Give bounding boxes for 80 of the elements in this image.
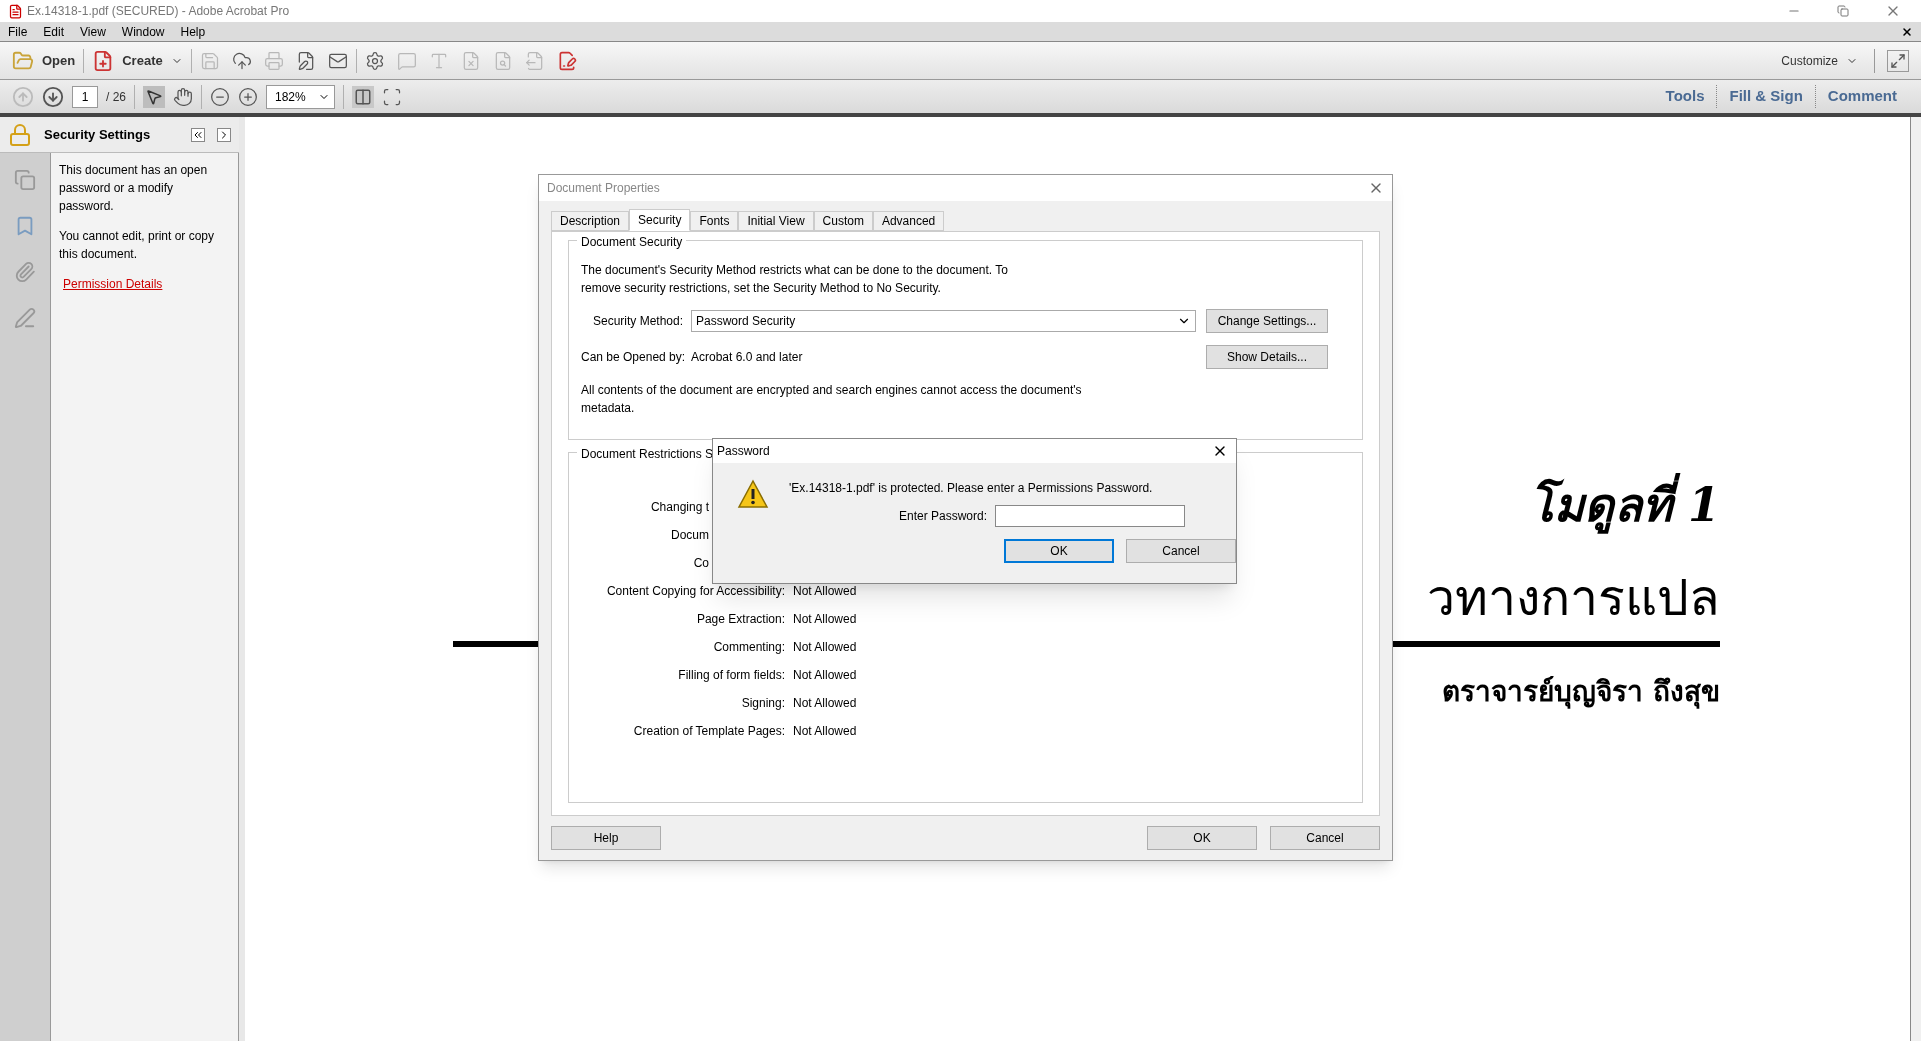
tab[interactable]: Security <box>629 209 691 231</box>
dialog-button[interactable]: Cancel <box>1270 826 1380 850</box>
tab[interactable]: Fonts <box>690 211 739 231</box>
restriction-label: Creation of Template Pages: <box>632 723 785 740</box>
panel-text: You cannot edit, print or copy this document. <box>59 228 215 263</box>
restriction-value: Not Allowed <box>793 667 857 684</box>
tab[interactable]: Advanced <box>872 211 945 231</box>
field-value: Acrobat 6.0 and later <box>691 349 804 366</box>
open-button[interactable]: Open <box>12 49 76 72</box>
dialog-button[interactable]: Change Settings... <box>1206 309 1328 333</box>
restriction-label: Docum <box>670 527 709 544</box>
fit-width-icon[interactable] <box>351 85 374 108</box>
menu-item[interactable]: Help <box>180 22 206 41</box>
zoom-dropdown[interactable]: 182% <box>266 84 335 109</box>
page-count: / 26 <box>106 88 126 106</box>
paperclip-icon[interactable] <box>14 261 36 283</box>
password-field[interactable] <box>995 505 1186 527</box>
task-pane-tab[interactable]: Fill & Sign <box>1716 85 1815 108</box>
settings-icon[interactable] <box>364 50 385 71</box>
menu-item[interactable]: Window <box>121 22 165 41</box>
zoom-in-icon[interactable] <box>238 86 258 107</box>
permission-details-link[interactable]: Permission Details <box>59 275 230 293</box>
dialog-button[interactable]: OK <box>1004 539 1114 563</box>
dialog-button[interactable]: Help <box>551 826 661 850</box>
restriction-value: Not Allowed <box>793 695 857 712</box>
zoom-out-icon[interactable] <box>210 86 230 107</box>
restore-icon[interactable] <box>1837 5 1849 17</box>
menu-item[interactable]: Edit <box>43 22 65 41</box>
restriction-value: Not Allowed <box>793 583 857 600</box>
hand-tool-icon[interactable] <box>173 86 193 107</box>
restriction-label: Commenting: <box>712 639 785 656</box>
expand-icon[interactable] <box>1887 49 1909 72</box>
menu-item[interactable]: File <box>8 22 28 41</box>
tab[interactable]: Description <box>551 211 630 231</box>
restriction-label: Co <box>692 555 709 572</box>
restriction-label: Filling of form fields: <box>677 667 785 684</box>
close-document-icon[interactable] <box>1901 25 1913 38</box>
restriction-label: Changing t <box>649 499 709 516</box>
customize-button[interactable]: Customize <box>1781 51 1858 70</box>
document-heading: วทางการแปล <box>1427 567 1720 629</box>
scrollbar[interactable] <box>1910 117 1921 1041</box>
field-label: Can be Opened by: <box>581 349 687 366</box>
window-title: Ex.14318-1.pdf (SECURED) - Adobe Acrobat Pro <box>27 3 290 20</box>
restriction-label: Content Copying for Accessibility: <box>605 583 785 600</box>
expand-panel-icon[interactable] <box>217 127 231 142</box>
note-text: All contents of the document are encrypted and search engines cannot access the document's metadata. <box>581 382 1083 417</box>
restriction-label: Signing: <box>740 695 785 712</box>
lock-icon <box>8 122 32 147</box>
fit-page-icon[interactable] <box>381 86 402 107</box>
description-text: The document's Security Method restricts what can be done to the document. To remove security restrictions, set the Security Method to No Security. <box>581 262 1009 297</box>
restriction-value: Not Allowed <box>793 611 857 628</box>
restriction-value: Not Allowed <box>793 639 857 656</box>
folder-icon <box>12 49 34 72</box>
warning-icon <box>737 479 769 509</box>
task-pane-tab[interactable]: Tools <box>1653 85 1717 108</box>
panel-text: This document has an open password or a modify password. <box>59 162 209 215</box>
field-label: Security Method: <box>591 313 684 330</box>
dialog-title: Document Properties <box>547 180 660 197</box>
dialog-title: Password <box>717 443 770 460</box>
dialog-button[interactable]: Cancel <box>1126 539 1236 563</box>
menu-item[interactable]: View <box>80 22 106 41</box>
dialog-button[interactable]: OK <box>1147 826 1257 850</box>
restriction-label: Page Extraction: <box>695 611 785 628</box>
select-tool-icon[interactable] <box>143 85 165 108</box>
field-label: Enter Password: <box>899 508 988 525</box>
next-page-icon[interactable] <box>42 85 64 108</box>
page-number-field[interactable]: 1 <box>72 85 98 108</box>
message-text: 'Ex.14318-1.pdf' is protected. Please enter a Permissions Password. <box>789 480 1154 497</box>
create-button[interactable]: Create <box>92 49 183 72</box>
security-method-dropdown[interactable]: Password Security <box>691 310 1196 332</box>
tab[interactable]: Initial View <box>738 211 814 231</box>
collapse-icon[interactable] <box>191 127 205 142</box>
cloud-upload-icon[interactable] <box>231 50 252 71</box>
panel-title: Security Settings <box>44 125 151 144</box>
pdf-file-icon <box>8 3 23 19</box>
author-name: ตราจารย์บุญจิรา ถึงสุข <box>1442 674 1720 711</box>
task-pane-tab[interactable]: Comment <box>1814 85 1909 108</box>
tab[interactable]: Custom <box>813 211 873 231</box>
dialog-button[interactable]: Show Details... <box>1206 345 1328 369</box>
restriction-value: Not Allowed <box>793 723 857 740</box>
